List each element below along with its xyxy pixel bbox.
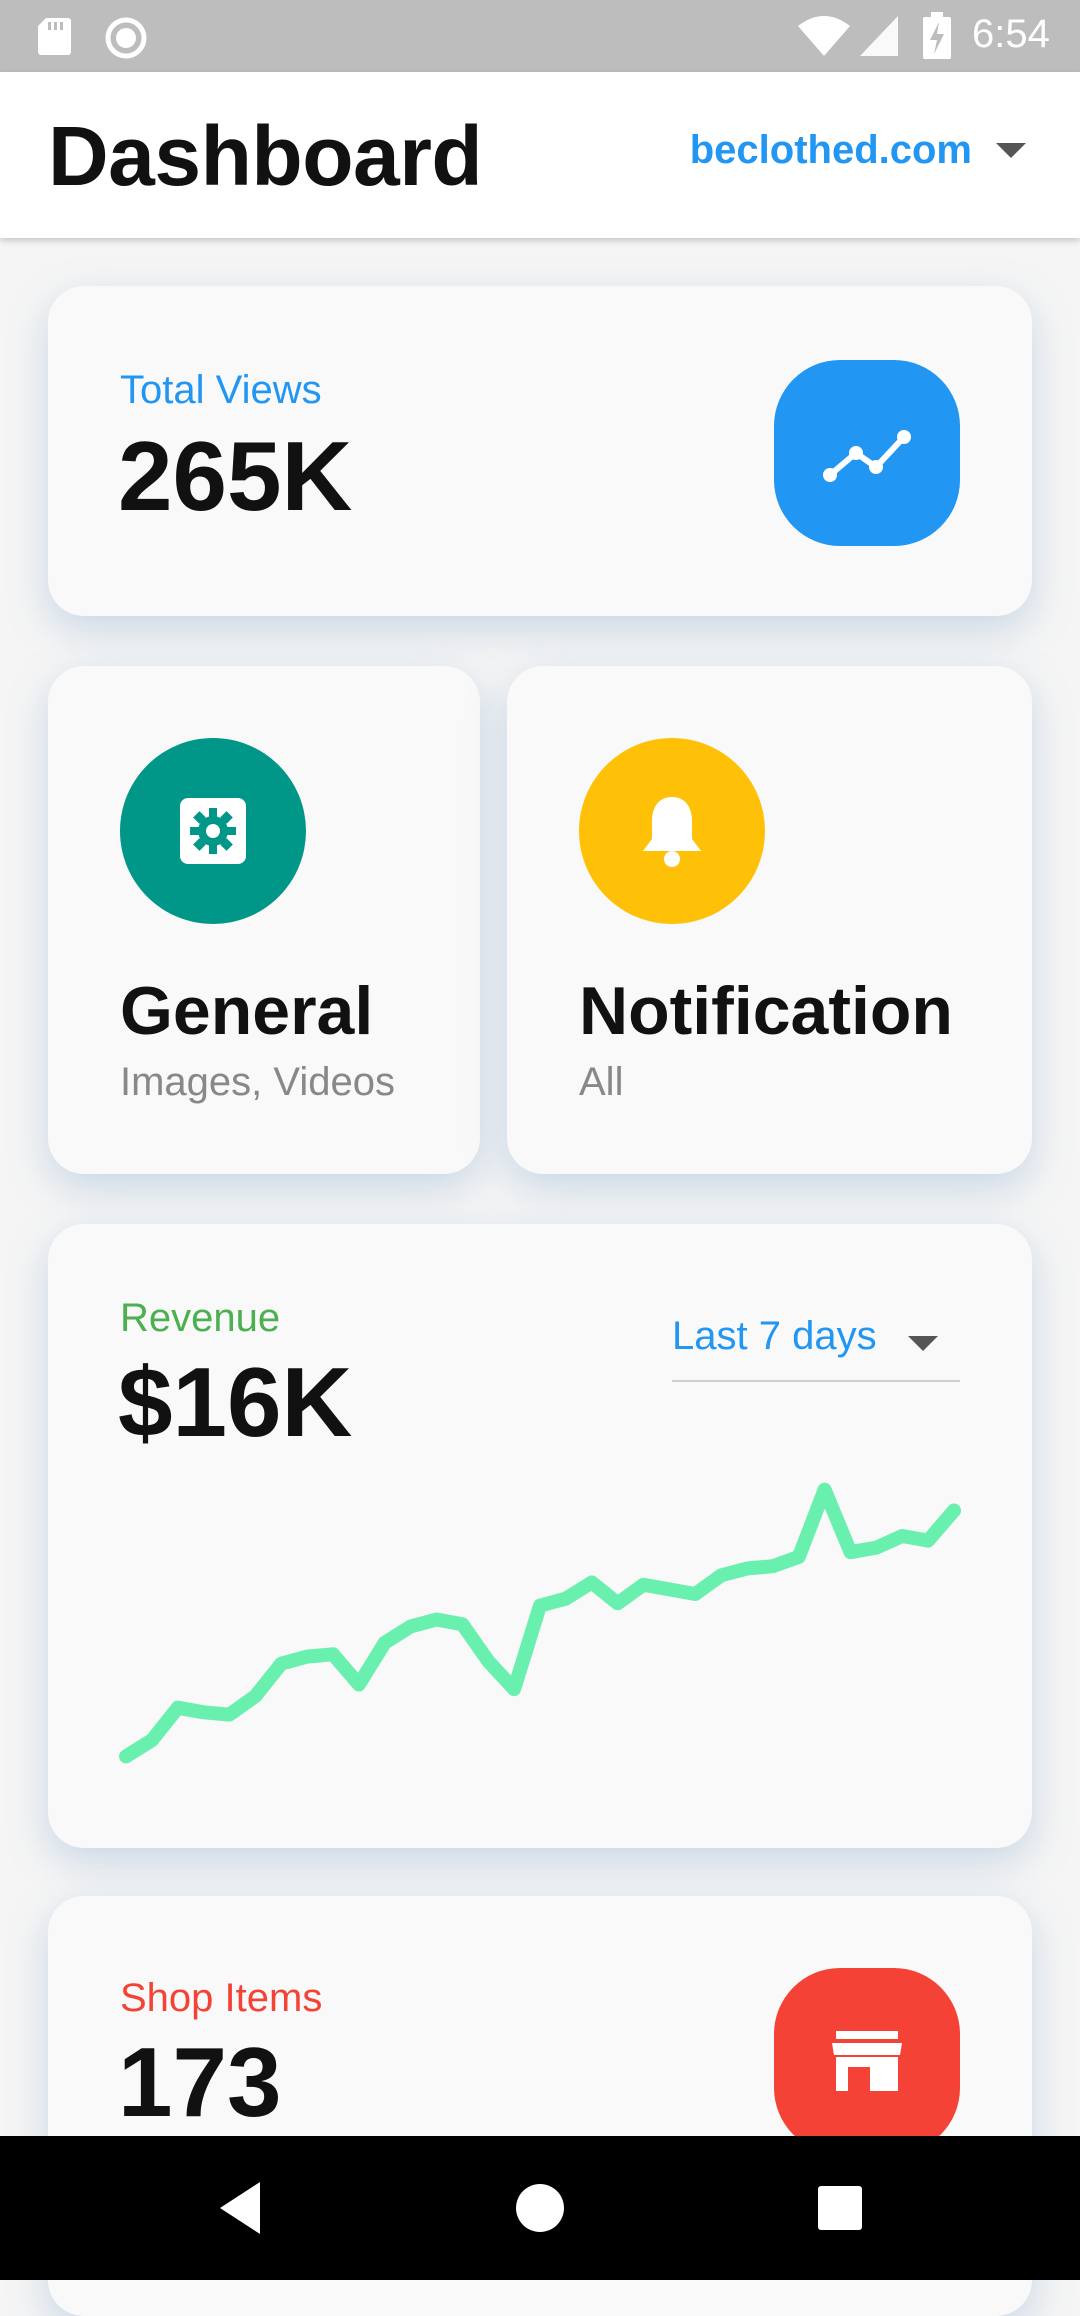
trending-up-icon [774, 360, 960, 546]
site-dropdown-label: beclothed.com [689, 128, 972, 172]
recents-button[interactable] [804, 2172, 876, 2244]
notification-title: Notification [579, 973, 953, 1049]
notification-tile[interactable]: Notification All [507, 666, 1032, 1174]
page-title: Dashboard [48, 109, 483, 203]
total-views-value: 265K [118, 421, 353, 531]
app-bar: Dashboard beclothed.com [0, 72, 1080, 238]
status-bar: 6:54 [0, 0, 1080, 72]
back-button[interactable] [204, 2172, 276, 2244]
general-title: General [120, 973, 374, 1049]
revenue-series-line [119, 1482, 961, 1764]
shop-items-value: 173 [118, 2027, 282, 2137]
home-button[interactable] [504, 2172, 576, 2244]
status-time: 6:54 [972, 12, 1050, 56]
revenue-card[interactable]: Revenue $16K Last 7 days [48, 1224, 1032, 1848]
site-dropdown[interactable]: beclothed.com [690, 128, 1026, 173]
sd-card-icon [38, 18, 71, 55]
battery-charging-icon [923, 12, 951, 59]
store-icon [774, 1968, 960, 2154]
sync-circle-icon [105, 17, 147, 59]
general-subtitle: Images, Videos [120, 1060, 395, 1104]
notification-subtitle: All [579, 1060, 624, 1104]
bell-icon [579, 738, 765, 924]
wifi-icon [798, 16, 850, 56]
signal-icon [860, 16, 898, 56]
revenue-line-chart [119, 1482, 961, 1764]
settings-icon [120, 738, 306, 924]
chevron-down-icon [996, 143, 1026, 158]
navigation-bar [0, 2136, 1080, 2280]
general-tile[interactable]: General Images, Videos [48, 666, 480, 1174]
total-views-card[interactable]: Total Views 265K [48, 286, 1032, 616]
shop-items-label: Shop Items [120, 1976, 323, 2020]
total-views-label: Total Views [120, 368, 322, 412]
